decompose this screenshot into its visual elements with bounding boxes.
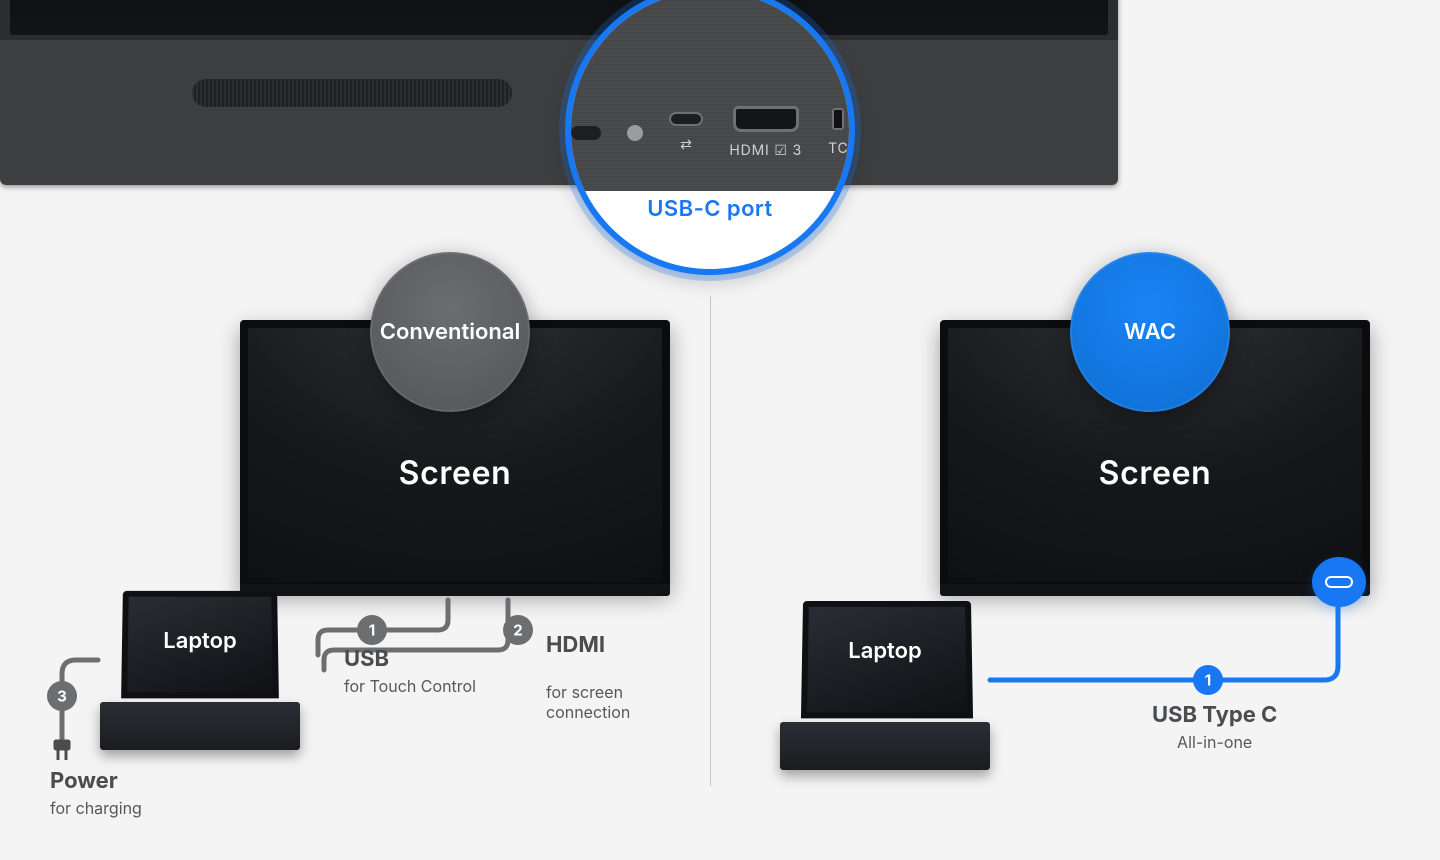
cap-usb: USB for Touch Control — [344, 646, 476, 696]
cap-hdmi: HDMI for screen connection — [546, 612, 630, 722]
cable1-number: 1 — [369, 621, 375, 640]
laptop-label: Laptop — [780, 638, 990, 664]
cap-power: Power for charging — [50, 768, 142, 818]
cable2-number: 2 — [513, 621, 522, 640]
speaker-vent — [192, 79, 512, 107]
mag-port-touch-partial: TC — [828, 108, 849, 157]
mag-port-usbc: ⇄ — [669, 112, 703, 153]
mag-port-hdmi: HDMI ☑ 3 — [729, 106, 802, 159]
usbc-glyph-icon: ⇄ — [680, 136, 693, 153]
badge-wac: WAC — [1070, 252, 1230, 412]
usbc-port-callout: USB-C port — [571, 196, 849, 222]
badge-conventional: Conventional — [370, 252, 530, 412]
laptop-label: Laptop — [100, 628, 300, 654]
magnifier-metal — [565, 0, 855, 191]
screen-label: Screen — [248, 453, 662, 492]
monitor-chin — [940, 584, 1370, 596]
mag-port-pill — [571, 126, 601, 140]
panel-wac: Screen WAC Laptop 1 USB Type C All-in-on… — [760, 310, 1400, 830]
cable3-number: 3 — [57, 687, 67, 706]
panel-conventional: Screen Conventional Laptop 1 2 3 USB for… — [40, 310, 680, 830]
cap-usbc: USB Type C All-in-one — [1152, 702, 1277, 752]
monitor-chin — [240, 584, 670, 596]
magnifier-ports: ⇄ HDMI ☑ 3 TC — [571, 106, 849, 159]
split-divider — [710, 296, 711, 786]
badge-conventional-label: Conventional — [380, 319, 520, 345]
wac-laptop: Laptop — [780, 600, 990, 770]
usbc-connector-icon — [1315, 560, 1363, 604]
conventional-laptop: Laptop — [100, 590, 300, 750]
mag-port-dot — [627, 125, 643, 141]
screen-label: Screen — [948, 453, 1362, 492]
magnifier: ⇄ HDMI ☑ 3 TC USB-C port — [565, 0, 855, 275]
cable-usbc-number: 1 — [1205, 671, 1211, 690]
display-bezel: 3 TOUCH ☑ ss⟲ ss⟲ — [0, 0, 1118, 185]
badge-wac-label: WAC — [1124, 319, 1176, 345]
power-plug-icon — [54, 740, 70, 760]
